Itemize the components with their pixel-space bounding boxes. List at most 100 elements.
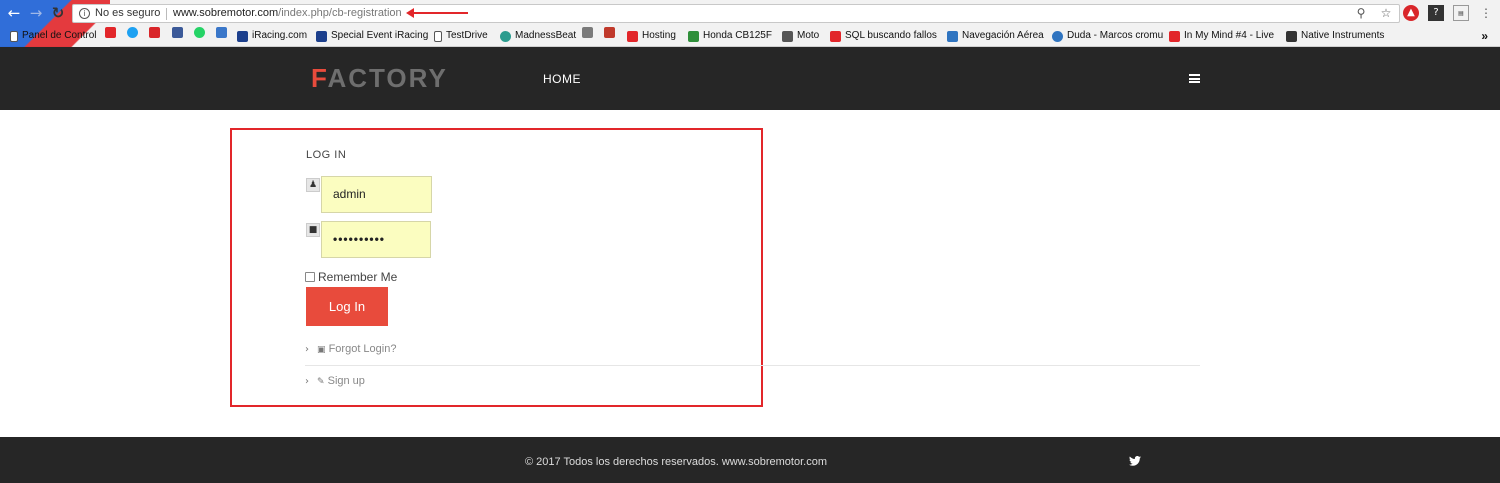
forward-arrow-icon[interactable]: →: [28, 5, 44, 21]
url-text[interactable]: www.sobremotor.com/index.php/cb-registra…: [173, 5, 402, 22]
site-header: FACTORY HOME: [0, 47, 1500, 110]
bookmark-item[interactable]: In My Mind #4 - Live: [1169, 27, 1274, 45]
bookmark-item[interactable]: [582, 27, 593, 38]
chevron-right-icon: ›: [305, 375, 309, 387]
address-bar[interactable]: i No es seguro www.sobremotor.com/index.…: [72, 4, 1400, 23]
bookmark-label: Hosting: [642, 30, 676, 41]
login-button[interactable]: Log In: [306, 287, 388, 326]
forgot-login-link[interactable]: Forgot Login?: [329, 343, 397, 355]
hamburger-menu-icon[interactable]: [1189, 74, 1200, 83]
youtube-icon: [105, 27, 116, 38]
bookmark-icon: [582, 27, 593, 38]
bookmark-item[interactable]: MadnessBeat: [500, 27, 576, 45]
bookmark-item[interactable]: [127, 27, 138, 38]
page-icon: [434, 30, 442, 42]
security-label[interactable]: No es seguro: [95, 5, 160, 22]
twitter-icon: [127, 27, 138, 38]
bookmark-item[interactable]: Honda CB125F: [688, 27, 772, 45]
facebook-icon: [172, 27, 183, 38]
bookmark-item[interactable]: Hosting: [627, 27, 676, 45]
bookmark-label: MadnessBeat: [515, 30, 577, 41]
unlock-icon: ▣: [317, 345, 326, 355]
navigation-icon: [947, 30, 958, 42]
globe-icon: [1052, 30, 1063, 42]
menu-dots-icon[interactable]: ⋮: [1478, 5, 1494, 21]
url-path: /index.php/cb-registration: [278, 7, 402, 19]
document-extension-icon[interactable]: ▤: [1453, 5, 1469, 21]
youtube-icon: [830, 30, 841, 42]
forgot-login-row[interactable]: › ▣ Forgot Login?: [305, 343, 396, 355]
user-icon: ♟: [306, 178, 320, 192]
lock-icon: ■: [306, 223, 320, 237]
headphones-icon: [500, 30, 511, 42]
edit-icon: ✎: [317, 377, 325, 387]
help-extension-icon[interactable]: ?: [1428, 5, 1444, 21]
bookmark-label: iRacing.com: [252, 30, 308, 41]
bookmark-label: Panel de Control: [22, 30, 97, 41]
bookmark-item[interactable]: [105, 27, 116, 38]
url-host: www.sobremotor.com: [173, 7, 279, 19]
twitter-icon[interactable]: [1129, 456, 1141, 466]
remember-me[interactable]: Remember Me: [305, 270, 397, 284]
bookmark-item[interactable]: [216, 27, 227, 38]
site-logo[interactable]: FACTORY: [311, 63, 448, 94]
browser-chrome: ← → ↻ i No es seguro www.sobremotor.com/…: [0, 0, 1500, 47]
iracing-icon: [316, 30, 327, 42]
extension-toolbar: ⚲ ☆ ▲ ? ▤ ⋮: [1353, 5, 1494, 21]
bookmark-item[interactable]: Special Event iRacing: [316, 27, 428, 45]
copyright-text: © 2017 Todos los derechos reservados. ww…: [525, 456, 827, 468]
key-icon[interactable]: ⚲: [1353, 5, 1369, 21]
remember-me-label: Remember Me: [318, 270, 398, 284]
bookmarks-overflow-button[interactable]: »: [1481, 27, 1488, 45]
bookmark-icon: [604, 27, 615, 38]
bookmark-label: Native Instruments: [1301, 30, 1385, 41]
bookmark-item[interactable]: [604, 27, 615, 38]
moto-icon: [782, 30, 793, 42]
address-separator: [166, 8, 167, 20]
bookmark-label: In My Mind #4 - Live: [1184, 30, 1275, 41]
bookmark-item[interactable]: Panel de Control: [10, 27, 97, 45]
logo-rest: ACTORY: [327, 63, 448, 93]
password-input[interactable]: ••••••••••: [321, 221, 431, 258]
reload-icon[interactable]: ↻: [50, 5, 66, 21]
bookmark-item[interactable]: Navegación Aérea: [947, 27, 1044, 45]
login-title: LOG IN: [306, 149, 347, 161]
bookmark-icon: [10, 30, 18, 42]
moto-site-icon: [688, 30, 699, 42]
bookmark-item[interactable]: Duda - Marcos cromu: [1052, 27, 1163, 45]
info-icon[interactable]: i: [79, 8, 90, 19]
bookmark-item[interactable]: Moto: [782, 27, 819, 45]
bookmark-item[interactable]: iRacing.com: [237, 27, 307, 45]
bookmark-item[interactable]: Native Instruments: [1286, 27, 1384, 45]
bookmark-item[interactable]: [149, 27, 160, 38]
whatsapp-icon: [194, 27, 205, 38]
divider: [305, 365, 1200, 366]
username-input[interactable]: admin: [321, 176, 432, 213]
signup-link[interactable]: Sign up: [328, 375, 365, 387]
bookmark-label: Navegación Aérea: [962, 30, 1044, 41]
back-arrow-icon[interactable]: ←: [6, 5, 22, 21]
iracing-icon: [237, 30, 248, 42]
native-instruments-icon: [1286, 30, 1297, 42]
logo-first-letter: F: [311, 63, 328, 93]
bookmark-label: TestDrive: [446, 30, 488, 41]
bookmark-label: Honda CB125F: [703, 30, 772, 41]
remember-me-checkbox[interactable]: [305, 272, 315, 282]
chevron-right-icon: ›: [305, 343, 309, 355]
bookmark-item[interactable]: TestDrive: [434, 27, 488, 45]
nav-home-link[interactable]: HOME: [543, 72, 581, 86]
bookmark-item[interactable]: [194, 27, 205, 38]
bookmark-label: Moto: [797, 30, 820, 41]
hosting-icon: [627, 30, 638, 42]
bookmark-item[interactable]: [172, 27, 183, 38]
signup-row[interactable]: › ✎ Sign up: [305, 375, 365, 387]
adblock-shield-icon[interactable]: ▲: [1403, 5, 1419, 21]
bookmarks-bar: Panel de Control iRacing.com Special Eve…: [0, 27, 1500, 45]
youtube-icon: [1169, 30, 1180, 42]
bookmark-label: SQL buscando fallos: [845, 30, 937, 41]
annotation-arrow-icon: [406, 8, 468, 18]
bookmark-item[interactable]: SQL buscando fallos: [830, 27, 937, 45]
chart-icon: [216, 27, 227, 38]
star-icon[interactable]: ☆: [1378, 5, 1394, 21]
bookmark-label: Special Event iRacing: [331, 30, 429, 41]
